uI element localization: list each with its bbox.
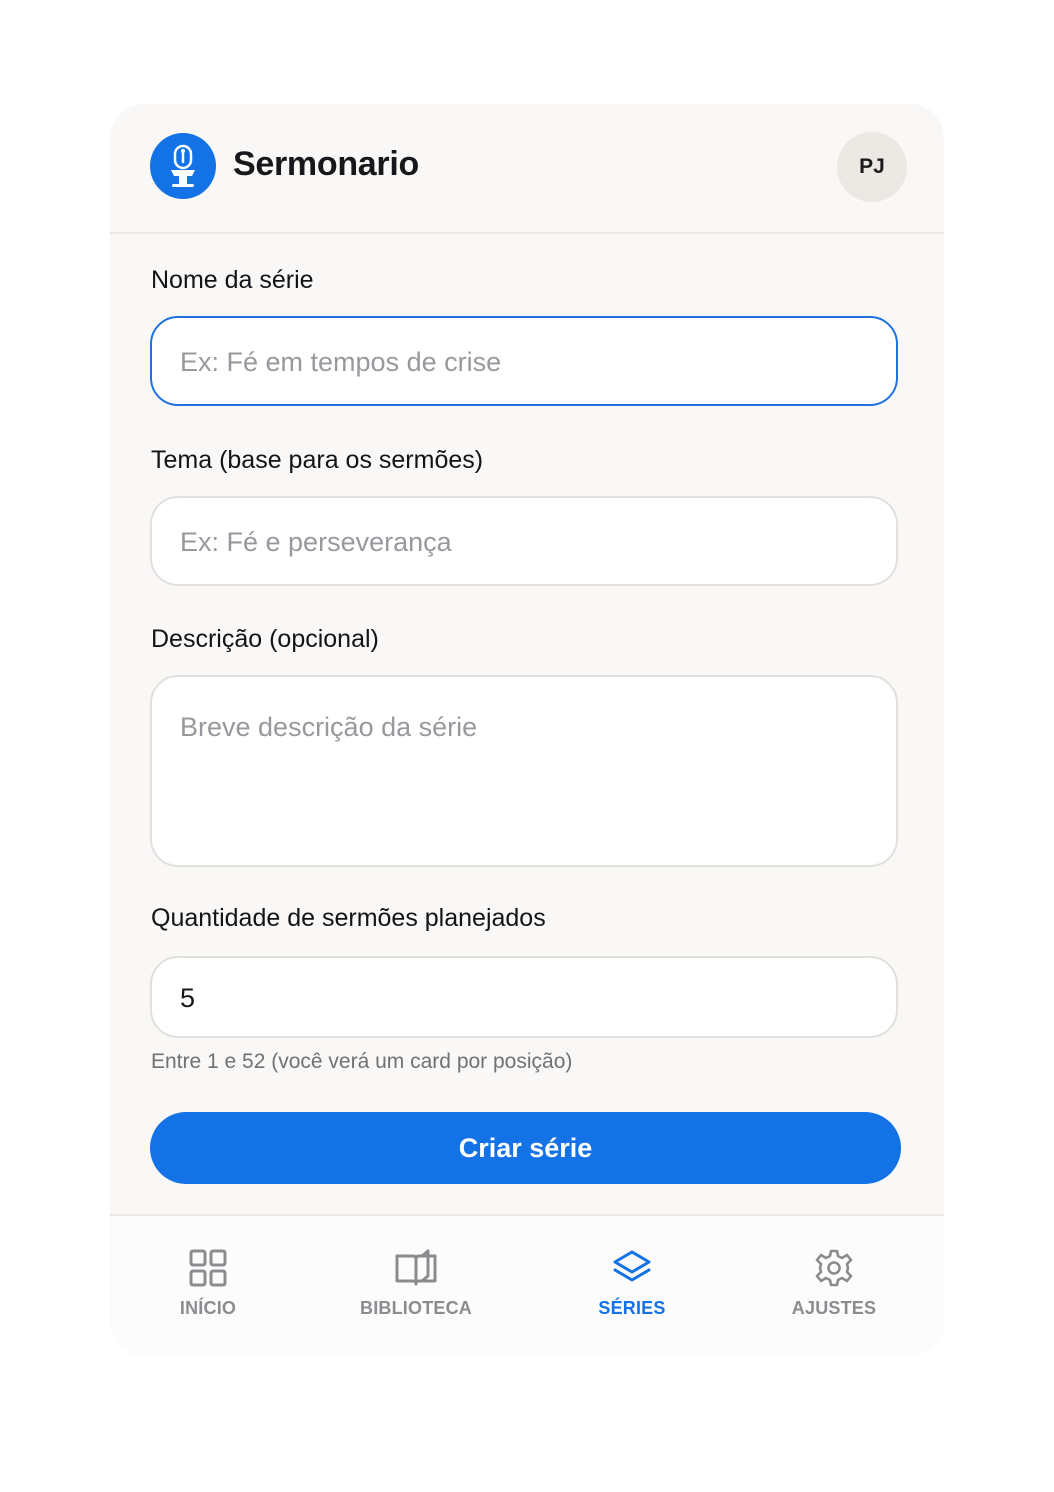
nav-label-inicio: INÍCIO: [179, 1298, 237, 1318]
series-name-label: Nome da série: [151, 266, 314, 294]
create-series-button[interactable]: Criar série: [150, 1112, 901, 1184]
nav-item-series[interactable]: SÉRIES: [552, 1248, 712, 1328]
user-avatar[interactable]: PJ: [837, 132, 907, 202]
create-series-card: Sermonario PJ Nome da série Ex: Fé em te…: [110, 104, 944, 1356]
grid-icon: [189, 1249, 227, 1287]
theme-label: Tema (base para os sermões): [151, 446, 484, 474]
layers-icon: [613, 1250, 651, 1282]
bottom-navigation: INÍCIO BIBLIOTECA SÉRIES AJUSTES: [110, 1214, 944, 1356]
nav-label-series: SÉRIES: [598, 1298, 666, 1318]
quantity-input[interactable]: 5: [150, 956, 898, 1038]
quantity-label: Quantidade de sermões planejados: [151, 904, 546, 932]
description-textarea[interactable]: Breve descrição da série: [150, 675, 898, 867]
description-label: Descrição (opcional): [151, 625, 379, 653]
nav-item-inicio[interactable]: INÍCIO: [128, 1248, 288, 1328]
gear-icon: [815, 1249, 853, 1287]
nav-item-biblioteca[interactable]: BIBLIOTECA: [336, 1248, 496, 1328]
nav-label-biblioteca: BIBLIOTECA: [360, 1298, 472, 1318]
app-header: Sermonario PJ: [110, 104, 944, 234]
theme-input[interactable]: Ex: Fé e perseverança: [150, 496, 898, 586]
app-title: Sermonario: [233, 145, 419, 183]
series-name-input[interactable]: Ex: Fé em tempos de crise: [150, 316, 898, 406]
quantity-hint: Entre 1 e 52 (você verá um card por posi…: [151, 1050, 573, 1073]
nav-item-ajustes[interactable]: AJUSTES: [754, 1248, 914, 1328]
nav-label-ajustes: AJUSTES: [791, 1298, 877, 1318]
book-open-icon: [395, 1249, 437, 1286]
microphone-pulpit-icon: [171, 144, 195, 187]
app-logo: [150, 133, 216, 199]
